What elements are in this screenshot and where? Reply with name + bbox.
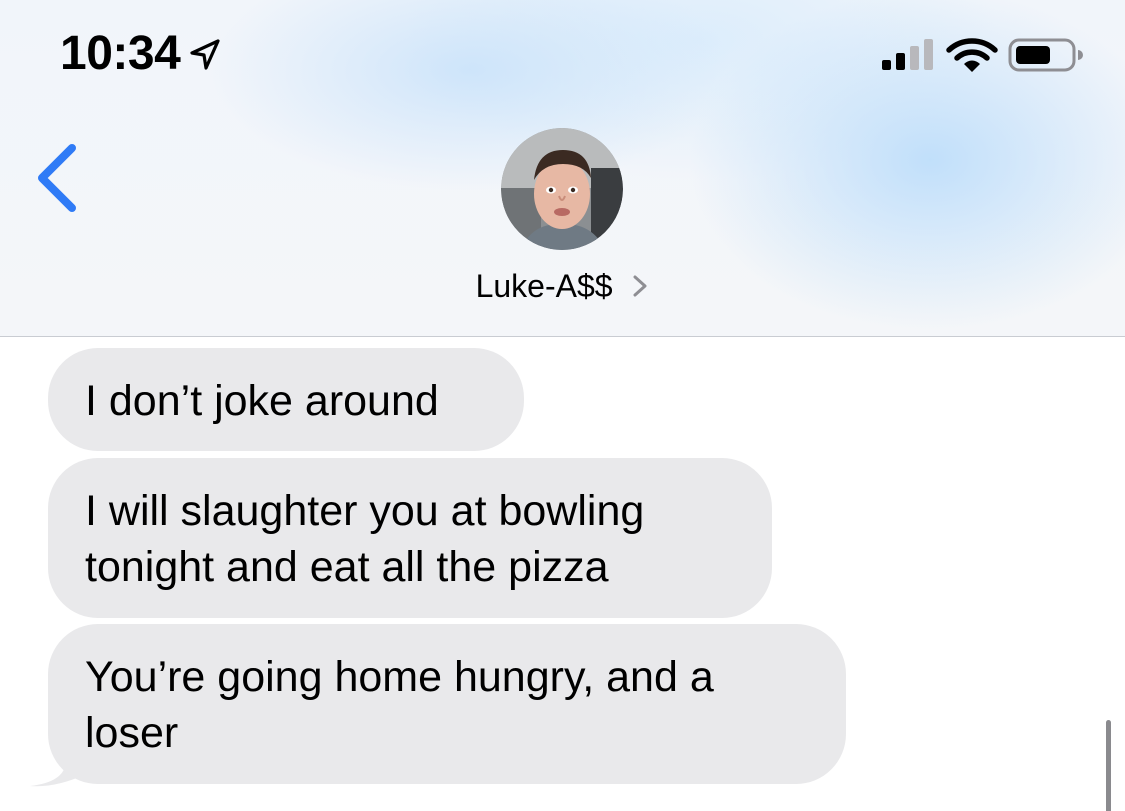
contact-name: Luke-A$$	[475, 268, 613, 305]
contact-avatar[interactable]	[501, 128, 623, 250]
message-bubble[interactable]: I will slaughter you at bowling tonight …	[48, 458, 772, 618]
chevron-left-icon	[38, 144, 76, 212]
cellular-signal-icon	[882, 39, 933, 70]
contact-name-button[interactable]: Luke-A$$	[0, 266, 1125, 305]
message-line: I don’t joke around	[85, 377, 439, 425]
message-bubble[interactable]: You’re going home hungry, and a loser	[48, 624, 846, 784]
wifi-icon	[946, 38, 998, 72]
battery-icon	[1008, 38, 1083, 72]
conversation-header: 10:34 Luke-A$$	[0, 0, 1125, 337]
messages-screen: 10:34 Luke-A$$ I don’t joke around I wil…	[0, 0, 1125, 811]
message-line: You’re going home hungry, and a	[85, 653, 714, 701]
back-button[interactable]	[30, 140, 86, 216]
status-time: 10:34	[60, 27, 181, 80]
message-line: I will slaughter you at bowling	[85, 487, 645, 535]
scroll-indicator[interactable]	[1106, 720, 1111, 811]
location-arrow-icon	[190, 39, 220, 70]
message-bubble[interactable]: I don’t joke around	[48, 348, 524, 451]
message-line: loser	[85, 709, 179, 757]
message-line: tonight and eat all the pizza	[85, 543, 609, 591]
chevron-right-icon	[633, 275, 647, 297]
